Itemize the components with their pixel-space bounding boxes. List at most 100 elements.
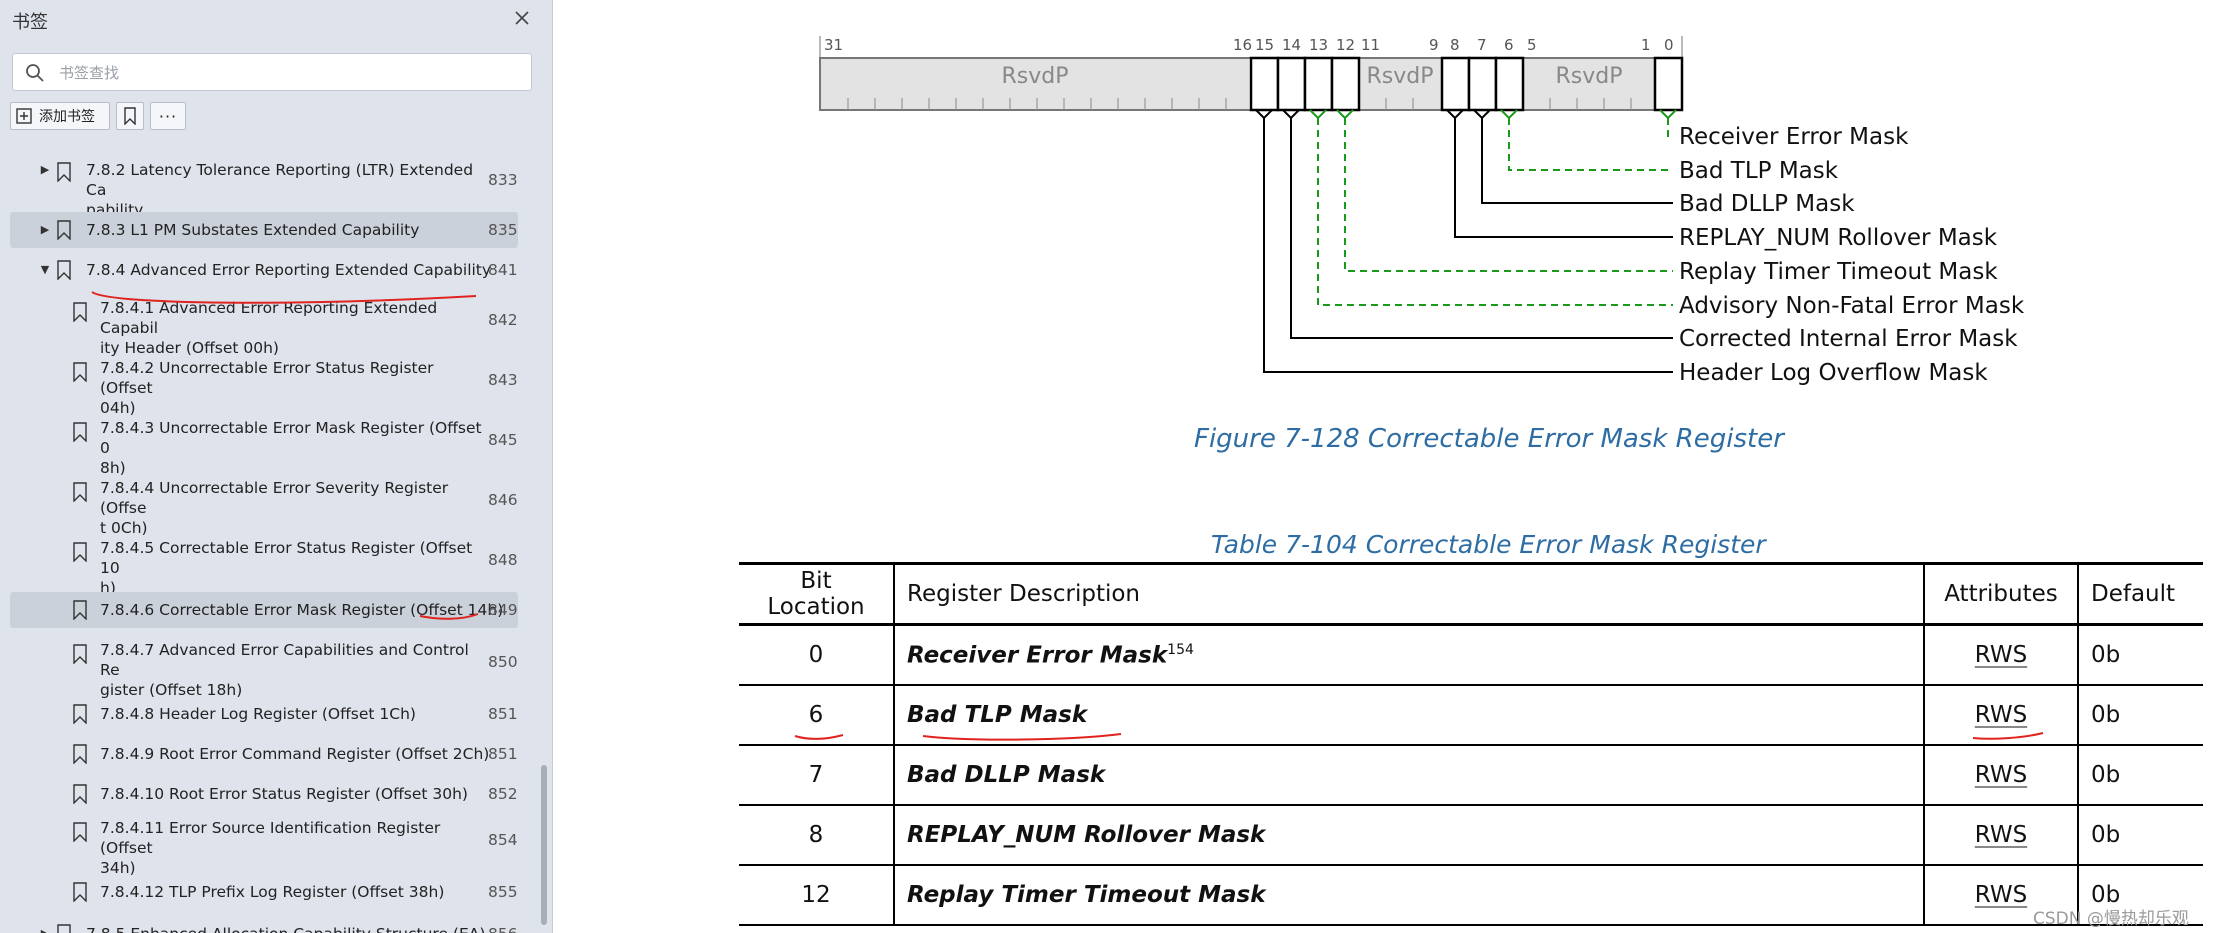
field-label: Bad DLLP Mask bbox=[1679, 191, 1855, 217]
bookmark-icon bbox=[57, 162, 71, 182]
bookmark-label: 7.8.4.5 Correctable Error Status Registe… bbox=[100, 539, 473, 597]
attribute-cell: RWS bbox=[1924, 624, 2079, 685]
bit-label: 14 bbox=[1282, 36, 1301, 54]
bookmark-item[interactable]: ▶ 7.8.2 Latency Tolerance Reporting (LTR… bbox=[10, 160, 518, 219]
more-options-button[interactable]: ··· bbox=[150, 102, 186, 130]
bookmark-page: 842 bbox=[488, 311, 518, 329]
default-cell: 0b bbox=[2091, 822, 2121, 848]
attribute-link[interactable]: RWS bbox=[1975, 642, 2027, 668]
bookmark-search-input[interactable] bbox=[57, 60, 521, 86]
description-cell: Bad TLP Mask bbox=[894, 685, 1925, 745]
pdf-reader-window: 书签 添加书签 ··· ▶ 7.8.2 Latenc bbox=[0, 0, 2213, 933]
bookmark-icon bbox=[57, 220, 71, 240]
bookmark-page: 855 bbox=[488, 883, 518, 901]
expand-arrow-icon[interactable]: ▶ bbox=[38, 160, 52, 180]
register-table: Bit Location Register Description Attrib… bbox=[739, 562, 2203, 926]
leader-line bbox=[1344, 118, 1673, 272]
leader-line bbox=[1481, 118, 1673, 204]
bookmark-icon bbox=[73, 882, 87, 902]
bookmark-label: 7.8.4.4 Uncorrectable Error Severity Reg… bbox=[100, 479, 449, 537]
bookmark-label: 7.8.4.3 Uncorrectable Error Mask Registe… bbox=[100, 419, 482, 477]
bit-label: 5 bbox=[1527, 36, 1537, 54]
bookmark-label: 7.8.3 L1 PM Substates Extended Capabilit… bbox=[86, 221, 420, 239]
bit-cell: 0 bbox=[739, 624, 895, 685]
attribute-cell: RWS bbox=[1924, 805, 2079, 865]
field-label: REPLAY_NUM Rollover Mask bbox=[1679, 225, 1998, 251]
expand-arrow-icon[interactable]: ▶ bbox=[38, 220, 52, 240]
bookmark-icon bbox=[73, 784, 87, 804]
add-bookmark-button[interactable]: 添加书签 bbox=[10, 102, 110, 130]
bit-label: 31 bbox=[824, 36, 843, 54]
bookmark-page: 833 bbox=[488, 171, 518, 189]
bookmark-page: 843 bbox=[488, 371, 518, 389]
sidebar-scrollbar[interactable] bbox=[541, 765, 547, 925]
expand-arrow-icon[interactable]: ▶ bbox=[38, 924, 52, 933]
bookmark-item[interactable]: 7.8.4.9 Root Error Command Register (Off… bbox=[10, 740, 518, 770]
bookmark-label: 7.8.5 Enhanced Allocation Capability Str… bbox=[86, 924, 485, 933]
bookmark-page: 845 bbox=[488, 431, 518, 449]
panel-title: 书签 bbox=[12, 12, 48, 33]
bookmark-item[interactable]: 7.8.4.11 Error Source Identification Reg… bbox=[10, 818, 518, 877]
description-cell: Receiver Error Mask154 bbox=[894, 624, 1925, 685]
bookmark-item[interactable]: 7.8.4.12 TLP Prefix Log Register (Offset… bbox=[10, 878, 518, 908]
bit-label: 8 bbox=[1450, 36, 1460, 54]
bookmark-item[interactable]: 7.8.4.2 Uncorrectable Error Status Regis… bbox=[10, 358, 518, 417]
bookmark-icon bbox=[73, 644, 87, 664]
bookmark-item[interactable]: 7.8.4.3 Uncorrectable Error Mask Registe… bbox=[10, 418, 518, 477]
field-label: Receiver Error Mask bbox=[1679, 124, 1909, 150]
column-header: Register Description bbox=[894, 563, 1925, 625]
bit-label: 9 bbox=[1429, 36, 1439, 54]
bit-label: 1 bbox=[1641, 36, 1651, 54]
bookmark-item[interactable]: 7.8.4.5 Correctable Error Status Registe… bbox=[10, 538, 518, 597]
column-header: Bit Location bbox=[739, 563, 895, 625]
attribute-link[interactable]: RWS bbox=[1975, 822, 2027, 848]
bookmark-page: 849 bbox=[488, 601, 518, 619]
attribute-link[interactable]: RWS bbox=[1975, 882, 2027, 908]
bookmark-icon bbox=[73, 704, 87, 724]
bookmark-icon bbox=[57, 924, 71, 933]
bookmark-item[interactable]: 7.8.4.1 Advanced Error Reporting Extende… bbox=[10, 298, 518, 357]
table-row: 12 Replay Timer Timeout Mask RWS 0b bbox=[739, 865, 2203, 925]
bit-label: 12 bbox=[1336, 36, 1355, 54]
bookmark-label: 7.8.4.7 Advanced Error Capabilities and … bbox=[100, 641, 469, 699]
bookmark-label: 7.8.4.8 Header Log Register (Offset 1Ch) bbox=[100, 705, 416, 723]
bookmark-label: 7.8.4.11 Error Source Identification Reg… bbox=[100, 819, 441, 877]
bookmark-item[interactable]: 7.8.4.10 Root Error Status Register (Off… bbox=[10, 780, 518, 810]
attribute-link[interactable]: RWS bbox=[1975, 702, 2027, 728]
bit-cell: 12 bbox=[739, 865, 895, 925]
close-panel-button[interactable] bbox=[508, 5, 536, 31]
bookmark-label: 7.8.4.1 Advanced Error Reporting Extende… bbox=[100, 299, 438, 357]
bookmark-item[interactable]: 7.8.4.4 Uncorrectable Error Severity Reg… bbox=[10, 478, 518, 537]
bit-label: 7 bbox=[1477, 36, 1487, 54]
column-header: Attributes bbox=[1924, 563, 2079, 625]
bit-label: 6 bbox=[1504, 36, 1514, 54]
bookmark-button[interactable] bbox=[116, 102, 144, 130]
table-row: 0 Receiver Error Mask154 RWS 0b bbox=[739, 624, 2203, 685]
default-cell: 0b bbox=[2091, 762, 2121, 788]
add-bookmark-icon bbox=[16, 108, 32, 124]
attribute-link[interactable]: RWS bbox=[1975, 762, 2027, 788]
leader-line bbox=[1454, 118, 1673, 238]
field-label: Replay Timer Timeout Mask bbox=[1679, 259, 1998, 285]
bit-cell: 6 bbox=[739, 685, 895, 745]
bookmark-item[interactable]: 7.8.4.7 Advanced Error Capabilities and … bbox=[10, 640, 518, 699]
bookmark-page: 854 bbox=[488, 831, 518, 849]
bookmark-item[interactable]: ▶ 7.8.3 L1 PM Substates Extended Capabil… bbox=[10, 212, 518, 248]
bookmark-icon bbox=[73, 302, 87, 322]
bookmark-page: 835 bbox=[488, 221, 518, 239]
bookmark-search-box[interactable] bbox=[12, 53, 532, 91]
close-icon bbox=[515, 11, 529, 25]
bookmark-label: 7.8.4.2 Uncorrectable Error Status Regis… bbox=[100, 359, 434, 417]
table-row: 6 Bad TLP Mask RWS 0b bbox=[739, 685, 2203, 745]
field-label: Advisory Non-Fatal Error Mask bbox=[1679, 293, 2025, 319]
bit-cell: 7 bbox=[739, 745, 895, 805]
bookmark-icon bbox=[73, 422, 87, 442]
rsvd-label: RsvdP bbox=[1556, 64, 1623, 89]
bit-label: 11 bbox=[1361, 36, 1380, 54]
bookmark-item[interactable]: 7.8.4.6 Correctable Error Mask Register … bbox=[10, 592, 518, 628]
bookmark-item[interactable]: ▼ 7.8.4 Advanced Error Reporting Extende… bbox=[10, 256, 518, 286]
bookmark-item[interactable]: ▶ 7.8.5 Enhanced Allocation Capability S… bbox=[10, 920, 518, 933]
bookmark-item[interactable]: 7.8.4.8 Header Log Register (Offset 1Ch)… bbox=[10, 700, 518, 730]
collapse-arrow-icon[interactable]: ▼ bbox=[38, 260, 52, 280]
bookmark-panel: 书签 添加书签 ··· ▶ 7.8.2 Latenc bbox=[0, 0, 553, 933]
